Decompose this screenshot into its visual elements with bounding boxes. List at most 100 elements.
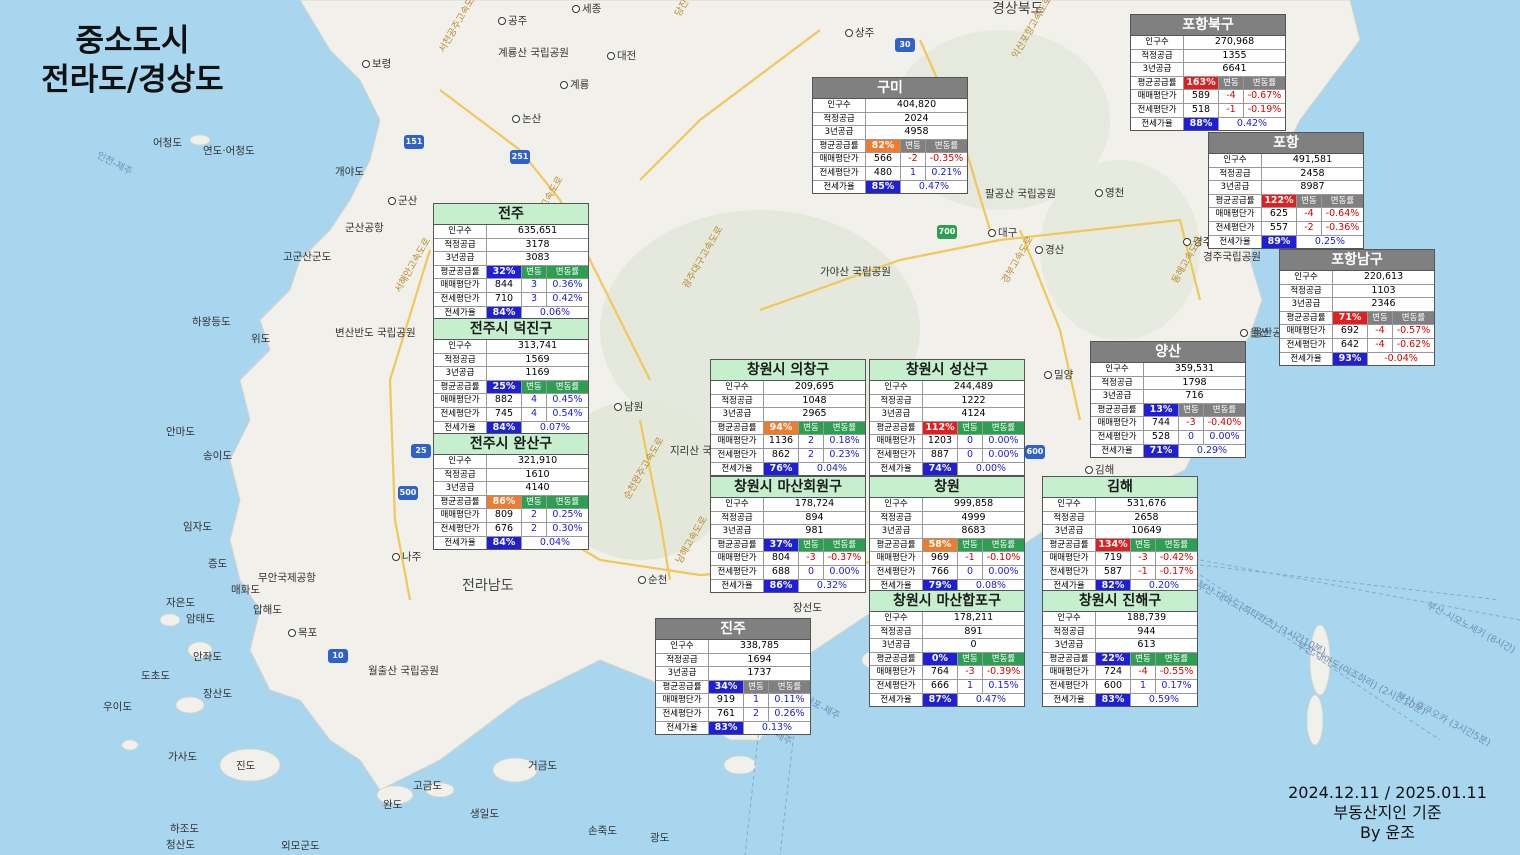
row-label: 적정공급 <box>813 112 866 126</box>
price-value: 969 <box>923 552 958 565</box>
row-value: 8987 <box>1300 181 1325 193</box>
price-value: 589 <box>1184 90 1219 103</box>
change-value: -1 <box>1219 103 1244 117</box>
row-label: 3년공급 <box>1043 525 1096 538</box>
map-label-text: 고금도 <box>413 780 442 792</box>
row-value: 894 <box>805 511 824 523</box>
price-value: 600 <box>1096 679 1131 693</box>
card-row: 매매평단가 1203 0 0.00% <box>870 435 1024 449</box>
row-value: 209,695 <box>794 381 835 392</box>
route-shield-icon: 10 <box>328 649 348 663</box>
row-label: 전세평단가 <box>1043 565 1096 579</box>
city-dot-icon <box>614 403 622 411</box>
card-row: 인구수 338,785 <box>656 640 810 654</box>
map-label-island: 어청도 <box>153 137 182 149</box>
supply-rate-badge: 71% <box>1333 311 1368 325</box>
map-label-text: 군산 <box>398 195 418 207</box>
row-value: 8683 <box>961 525 986 537</box>
map-label-text: 영천 <box>1105 187 1125 199</box>
footer-author: By 윤조 <box>1360 823 1415 842</box>
map-label-park: 가야산 국립공원 <box>820 266 891 278</box>
row-value: 4124 <box>961 408 986 420</box>
map-label-text: 보령 <box>372 58 392 70</box>
card-row: 전세가율 93% -0.04% <box>1280 352 1434 366</box>
card-row: 3년공급 4124 <box>870 408 1024 422</box>
row-label: 평균공급률 <box>1091 403 1144 417</box>
card-title: 포항북구 <box>1131 15 1285 36</box>
card-row: 적정공급 894 <box>711 511 865 526</box>
city-card: 창원시 의창구 인구수 209,695 적정공급 1048 3년공급 2965 평균공급률 94… <box>710 359 866 477</box>
change-value: 2 <box>799 448 824 462</box>
change-rate-header: 변동률 <box>547 380 588 394</box>
row-label: 평균공급률 <box>870 421 923 435</box>
card-row: 3년공급 10649 <box>1043 525 1197 539</box>
jeonse-ratio-change: 0.32% <box>816 579 848 591</box>
change-rate-value: -0.10% <box>986 552 1021 564</box>
change-rate-header: 변동률 <box>769 680 810 694</box>
row-label: 전세평단가 <box>434 407 487 421</box>
change-rate-value: 0.11% <box>774 694 805 706</box>
price-value: 766 <box>923 565 958 579</box>
city-card: 진주 인구수 338,785 적정공급 1694 3년공급 1737 평균공급률 34% 변동 변동… <box>655 618 811 736</box>
change-value: -4 <box>1297 208 1322 221</box>
row-value: 10649 <box>1131 525 1162 537</box>
card-row: 매매평단가 844 3 0.36% <box>434 279 588 293</box>
change-header: 변동 <box>522 380 547 394</box>
row-value: 4140 <box>525 482 550 494</box>
supply-rate-badge: 82% <box>866 139 901 153</box>
price-value: 744 <box>1144 417 1179 430</box>
row-label: 평균공급률 <box>1043 652 1096 666</box>
map-label-text: 진도 <box>236 760 256 772</box>
row-label: 매매평단가 <box>1131 90 1184 103</box>
row-value: 2458 <box>1300 167 1325 179</box>
map-label-city: 상주 <box>845 27 874 39</box>
card-row: 적정공급 2458 <box>1209 167 1363 182</box>
jeonse-ratio-badge: 87% <box>923 693 958 707</box>
change-rate-value: 0.00% <box>1209 430 1240 442</box>
card-row: 전세가율 86% 0.32% <box>711 579 865 593</box>
row-label: 평균공급률 <box>813 139 866 153</box>
jeonse-ratio-badge: 88% <box>1184 117 1219 131</box>
change-header: 변동 <box>1368 311 1393 325</box>
map-label-text: 연도·어청도 <box>203 145 255 157</box>
change-value: -3 <box>958 666 983 679</box>
city-dot-icon <box>392 553 400 561</box>
map-label-text: 증도 <box>208 558 228 570</box>
change-rate-value: 0.21% <box>931 166 962 178</box>
row-value: 2346 <box>1371 298 1396 310</box>
map-label-text: 어청도 <box>153 137 182 149</box>
change-rate-value: -0.55% <box>1159 666 1194 678</box>
city-card: 창원시 진해구 인구수 188,739 적정공급 944 3년공급 613 평균공급률 22% 변… <box>1042 590 1198 708</box>
change-value: 0 <box>958 448 983 462</box>
card-row: 전세평단가 761 2 0.26% <box>656 707 810 722</box>
city-card: 김해 인구수 531,676 적정공급 2658 3년공급 10649 평균공급률 134% 변동… <box>1042 476 1198 594</box>
jeonse-ratio-change: -0.04% <box>1384 352 1418 364</box>
row-value: 404,820 <box>896 99 937 110</box>
change-value: -4 <box>1131 666 1156 679</box>
card-row: 매매평단가 692 -4 -0.57% <box>1280 325 1434 339</box>
row-label: 3년공급 <box>711 408 764 421</box>
row-label: 인구수 <box>870 381 923 394</box>
map-label-airport: 군산공항 <box>345 222 384 234</box>
card-row: 전세가율 83% 0.59% <box>1043 693 1197 707</box>
row-label: 적정공급 <box>1280 284 1333 298</box>
map-label-city: 순천 <box>638 574 667 586</box>
city-card: 창원시 성산구 인구수 244,489 적정공급 1222 3년공급 4124 평균공급률 11… <box>869 359 1025 477</box>
row-label: 매매평단가 <box>870 552 923 565</box>
row-label: 매매평단가 <box>434 279 487 292</box>
change-value: 0 <box>958 565 983 579</box>
card-row: 적정공급 891 <box>870 625 1024 640</box>
map-label-text: 우이도 <box>103 701 132 713</box>
jeonse-ratio-change: 0.42% <box>1236 117 1268 129</box>
row-label: 평균공급률 <box>870 538 923 552</box>
row-value: 3178 <box>525 238 550 250</box>
map-label-text: 전라남도 <box>462 578 514 594</box>
card-row: 적정공급 1355 <box>1131 49 1285 64</box>
row-label: 인구수 <box>1280 271 1333 284</box>
card-row: 적정공급 1694 <box>656 653 810 668</box>
card-row: 인구수 244,489 <box>870 381 1024 395</box>
map-label-text: 팔공산 국립공원 <box>985 188 1056 200</box>
change-rate-header: 변동률 <box>926 139 967 153</box>
card-row: 인구수 313,741 <box>434 340 588 354</box>
route-shield-icon: 151 <box>404 135 424 149</box>
